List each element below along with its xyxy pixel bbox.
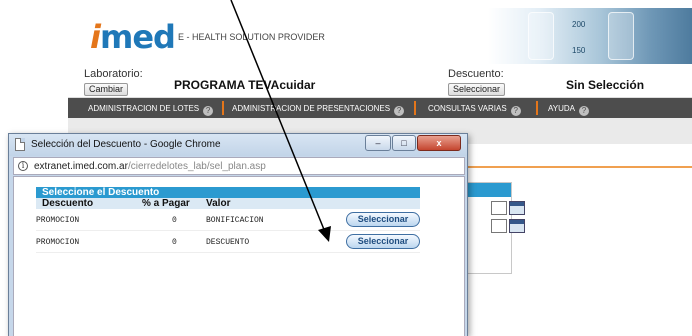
site-banner: imed E - HEALTH SOLUTION PROVIDER 200 15…: [68, 8, 692, 64]
info-icon[interactable]: i: [18, 161, 28, 171]
minimize-button[interactable]: –: [365, 135, 391, 151]
table-title: Seleccione el Descuento: [36, 187, 420, 198]
select-bonificacion-button[interactable]: Seleccionar: [346, 212, 420, 227]
table-header-row: Descuento % a Pagar Valor: [36, 198, 420, 209]
logo-rest: med: [99, 18, 176, 56]
tagline: E - HEALTH SOLUTION PROVIDER: [178, 32, 325, 42]
menu-separator: [536, 101, 538, 115]
address-bar[interactable]: i extranet.imed.com.ar/cierredelotes_lab…: [13, 157, 465, 175]
discount-value: Sin Selección: [566, 78, 645, 92]
date-input[interactable]: [491, 201, 507, 215]
cell-pagar: 0: [172, 216, 177, 225]
menu-consultas-varias[interactable]: CONSULTAS VARIAS?: [428, 104, 521, 116]
help-icon[interactable]: ?: [203, 106, 214, 116]
main-menu: ADMINISTRACION DE LOTES? ADMINISTRACION …: [68, 98, 692, 118]
select-discount-button[interactable]: Seleccionar: [448, 83, 506, 96]
url-text: extranet.imed.com.ar/cierredelotes_lab/s…: [34, 161, 266, 172]
window-titlebar[interactable]: Selección del Descuento - Google Chrome …: [9, 134, 467, 156]
test-tube-icon: [608, 12, 634, 60]
cell-valor: BONIFICACION: [206, 216, 264, 225]
calendar-icon[interactable]: [509, 219, 525, 233]
photo-mark: 150: [572, 46, 586, 55]
date-input[interactable]: [491, 219, 507, 233]
cell-pagar: 0: [172, 238, 177, 247]
divider-line: [440, 166, 692, 168]
imed-logo: imed: [90, 18, 176, 56]
table-row: PROMOCION 0 BONIFICACION Seleccionar: [36, 209, 420, 231]
menu-ayuda[interactable]: AYUDA?: [548, 104, 589, 116]
maximize-button[interactable]: □: [392, 135, 416, 151]
url-host: extranet.imed.com.ar: [34, 161, 128, 172]
page-icon: [15, 138, 25, 151]
change-lab-button[interactable]: Cambiar: [84, 83, 129, 96]
url-path: /cierredelotes_lab/sel_plan.asp: [127, 161, 266, 172]
menu-label: CONSULTAS VARIAS: [428, 104, 507, 113]
col-valor: Valor: [206, 198, 231, 209]
menu-separator: [414, 101, 416, 115]
table-row: PROMOCION 0 DESCUENTO Seleccionar: [36, 231, 420, 253]
cell-valor: DESCUENTO: [206, 238, 250, 247]
help-icon[interactable]: ?: [510, 106, 521, 116]
select-descuento-button[interactable]: Seleccionar: [346, 234, 420, 249]
menu-admin-presentaciones[interactable]: ADMINISTRACION DE PRESENTACIONES?: [232, 104, 405, 116]
test-tube-icon: [528, 12, 554, 60]
selection-info-row: Laboratorio: Cambiar PROGRAMA TEVAcuidar…: [68, 66, 692, 98]
col-pagar: % a Pagar: [142, 198, 190, 209]
discount-table: Seleccione el Descuento Descuento % a Pa…: [36, 187, 420, 253]
menu-separator: [222, 101, 224, 115]
col-descuento: Descuento: [42, 198, 94, 209]
discount-popup-window: Selección del Descuento - Google Chrome …: [8, 133, 468, 336]
menu-admin-lotes[interactable]: ADMINISTRACION DE LOTES?: [88, 104, 214, 116]
lab-label: Laboratorio:: [84, 68, 143, 80]
window-title: Selección del Descuento - Google Chrome: [31, 139, 221, 150]
menu-label: ADMINISTRACION DE LOTES: [88, 104, 200, 113]
popup-content: Seleccione el Descuento Descuento % a Pa…: [13, 176, 465, 336]
top-strip: [0, 0, 692, 8]
cell-descuento: PROMOCION: [36, 238, 80, 247]
discount-label: Descuento:: [448, 68, 504, 80]
photo-mark: 200: [572, 20, 586, 29]
help-icon[interactable]: ?: [394, 106, 405, 116]
menu-label: ADMINISTRACION DE PRESENTACIONES: [232, 104, 391, 113]
close-button[interactable]: x: [417, 135, 461, 151]
calendar-icon[interactable]: [509, 201, 525, 215]
cell-descuento: PROMOCION: [36, 216, 80, 225]
help-icon[interactable]: ?: [578, 106, 589, 116]
banner-lab-photo: 200 150: [488, 8, 692, 64]
lab-value: PROGRAMA TEVAcuidar: [174, 78, 316, 92]
menu-label: AYUDA: [548, 104, 575, 113]
